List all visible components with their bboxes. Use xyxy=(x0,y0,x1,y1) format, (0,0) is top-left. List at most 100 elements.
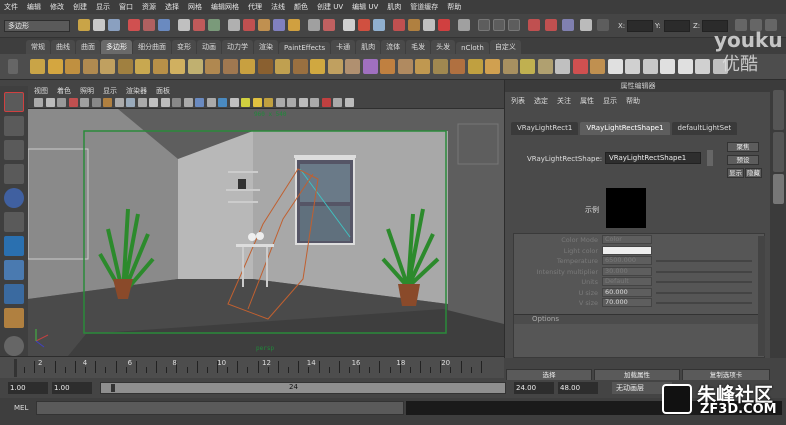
attr-row-value[interactable]: 6500.000 xyxy=(602,256,652,265)
range-end-field[interactable]: 24.00 xyxy=(514,382,554,394)
shelf-tool-icon-14[interactable] xyxy=(275,59,290,74)
scale-tool-icon[interactable] xyxy=(4,212,24,232)
viewport-tool-icon-4[interactable] xyxy=(80,98,89,107)
toggle-icon[interactable] xyxy=(458,19,470,31)
lock-icon[interactable] xyxy=(528,19,540,31)
shelf-tool-icon-1[interactable] xyxy=(47,59,63,74)
outliner-icon[interactable] xyxy=(4,308,24,328)
attr-menu-4[interactable]: 显示 xyxy=(603,96,617,106)
lasso-tool-icon[interactable] xyxy=(4,116,24,136)
shelf-tool-icon-21[interactable] xyxy=(397,59,413,74)
attr-row-value[interactable]: 70.000 xyxy=(602,298,652,307)
attr-row-slider[interactable] xyxy=(656,302,752,304)
shelf-tab-0[interactable]: 常规 xyxy=(26,40,50,54)
viewport-tool-icon-3[interactable] xyxy=(68,98,78,107)
viewport-tool-icon-12[interactable] xyxy=(172,98,181,107)
light-icon[interactable] xyxy=(408,19,420,31)
shelf-tab-6[interactable]: 动画 xyxy=(197,40,221,54)
hide-button[interactable]: 隐藏 xyxy=(745,168,762,178)
viewport-menu-2[interactable]: 照明 xyxy=(80,86,94,96)
shelf-tab-9[interactable]: PaintEffects xyxy=(279,42,331,54)
ipr-render-icon[interactable] xyxy=(358,19,370,31)
shelf-tool-icon-19[interactable] xyxy=(362,59,378,74)
panel-icon[interactable] xyxy=(478,19,490,31)
shelf-tool-icon-0[interactable] xyxy=(30,59,45,74)
new-scene-icon[interactable] xyxy=(78,19,90,31)
shelf-tool-icon-7[interactable] xyxy=(152,59,168,74)
viewport-tool-icon-7[interactable] xyxy=(114,98,124,107)
menu-16[interactable]: 管道缓存 xyxy=(410,2,438,12)
select-object-icon[interactable] xyxy=(143,19,155,31)
menu-9[interactable]: 编辑网格 xyxy=(211,2,239,12)
shelf-icon[interactable] xyxy=(423,19,435,31)
viewport-tool-icon-25[interactable] xyxy=(321,98,331,107)
shelf-tool-icon-22[interactable] xyxy=(415,59,430,74)
snap-point-icon[interactable] xyxy=(258,19,270,31)
viewport-tool-icon-17[interactable] xyxy=(229,98,239,107)
attr-tab-1[interactable]: VRayLightRectShape1 xyxy=(580,122,670,135)
viewport-tool-icon-23[interactable] xyxy=(298,98,308,107)
attr-menu-5[interactable]: 帮助 xyxy=(626,96,640,106)
shelf-tool-icon-27[interactable] xyxy=(502,59,518,74)
viewport-tool-icon-19[interactable] xyxy=(252,98,262,107)
history-icon[interactable] xyxy=(308,19,320,31)
shelf-tool-icon-25[interactable] xyxy=(467,59,483,74)
menu-2[interactable]: 修改 xyxy=(50,2,64,12)
shelf-tool-icon-18[interactable] xyxy=(345,59,360,74)
viewport-tool-icon-18[interactable] xyxy=(241,98,250,107)
shelf-tool-icon-15[interactable] xyxy=(292,59,308,74)
viewport-tool-icon-10[interactable] xyxy=(149,98,158,107)
range-start-field[interactable]: 1.00 xyxy=(52,382,92,394)
shelf-tab-16[interactable]: 自定义 xyxy=(489,40,521,54)
shelf-tool-icon-8[interactable] xyxy=(170,59,185,74)
viewport-menu-0[interactable]: 视图 xyxy=(34,86,48,96)
panel3-icon[interactable] xyxy=(508,19,520,31)
render-frame-icon[interactable] xyxy=(343,19,355,31)
attr-row-value[interactable]: Default xyxy=(602,277,652,286)
shelf-tool-icon-10[interactable] xyxy=(205,59,220,74)
shelf-tool-icon-13[interactable] xyxy=(257,59,273,74)
menu-5[interactable]: 窗口 xyxy=(119,2,133,12)
shelf-menu-icon[interactable] xyxy=(8,59,18,74)
shelf-tool-icon-17[interactable] xyxy=(327,59,343,74)
viewport-tool-icon-9[interactable] xyxy=(137,98,147,107)
viewport-tool-icon-22[interactable] xyxy=(287,98,296,107)
shelf-tool-icon-37[interactable] xyxy=(677,59,693,74)
viewport-menu-5[interactable]: 面板 xyxy=(156,86,170,96)
attr-row-value[interactable] xyxy=(602,245,652,255)
last-tool-icon[interactable] xyxy=(4,260,24,280)
viewport-tool-icon-24[interactable] xyxy=(310,98,319,107)
x-field[interactable] xyxy=(627,20,653,32)
mel-input[interactable] xyxy=(36,401,404,415)
attr-menu-1[interactable]: 选定 xyxy=(534,96,548,106)
shelf-tool-icon-36[interactable] xyxy=(660,59,675,74)
attr-scrollbar[interactable] xyxy=(758,236,765,356)
shelf-tool-icon-30[interactable] xyxy=(555,59,570,74)
shelf-tool-icon-16[interactable] xyxy=(310,59,325,74)
input-icon[interactable] xyxy=(323,19,335,31)
attr-row-slider[interactable] xyxy=(656,270,752,273)
shelf-tool-icon-20[interactable] xyxy=(380,59,395,74)
show-button[interactable]: 显示 xyxy=(727,168,744,178)
snap-live-icon[interactable] xyxy=(288,19,300,31)
viewport-tool-icon-20[interactable] xyxy=(264,98,273,107)
shelf-tool-icon-3[interactable] xyxy=(82,59,98,74)
menu-6[interactable]: 资源 xyxy=(142,2,156,12)
menu-15[interactable]: 肌肉 xyxy=(387,2,401,12)
menu-13[interactable]: 创建 UV xyxy=(317,2,343,12)
link-arrows-icon[interactable] xyxy=(707,150,713,166)
snap-curve-icon[interactable] xyxy=(243,19,255,31)
attr-editor-tab[interactable] xyxy=(773,174,784,204)
viewport-tool-icon-15[interactable] xyxy=(206,98,216,107)
viewport-tool-icon-27[interactable] xyxy=(344,98,354,107)
viewport-tool-icon-5[interactable] xyxy=(91,98,101,107)
viewport-tool-icon-1[interactable] xyxy=(45,98,55,107)
shelf-tab-8[interactable]: 渲染 xyxy=(254,40,278,54)
shelf-tool-icon-26[interactable] xyxy=(485,59,500,74)
magnet-icon[interactable] xyxy=(438,19,450,31)
current-frame-marker[interactable] xyxy=(14,359,17,377)
shelf-tool-icon-34[interactable] xyxy=(625,59,640,74)
shelf-tool-icon-31[interactable] xyxy=(572,59,588,74)
viewport-tool-icon-13[interactable] xyxy=(183,98,193,107)
snap-grid-icon[interactable] xyxy=(228,19,240,31)
